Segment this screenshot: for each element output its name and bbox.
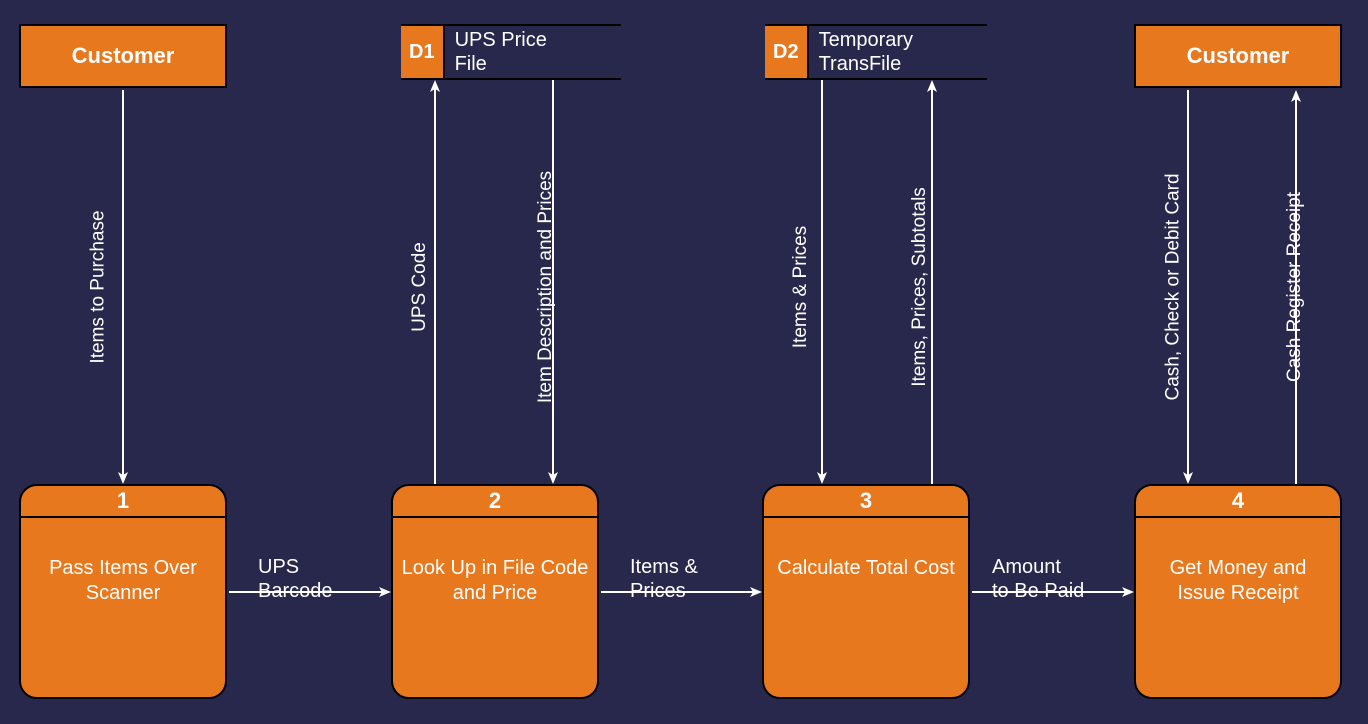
datastore-id: D1 [401,26,445,78]
process-2: 2 Look Up in File Code and Price [391,484,599,699]
datastore-label: Temporary TransFile [809,26,923,78]
flow-label-amount-to-be-paid: Amount to Be Paid [992,531,1084,603]
flow-label-item-description-and-prices: Item Description and Prices [535,171,557,403]
process-1: 1 Pass Items Over Scanner [19,484,227,699]
process-4: 4 Get Money and Issue Receipt [1134,484,1342,699]
process-label: Get Money and Issue Receipt [1136,518,1340,606]
process-id: 4 [1136,486,1340,518]
flow-label-ups-barcode: UPS Barcode [258,531,333,603]
flow-label-cash-register-receipt: Cash Register Receipt [1284,192,1306,382]
datastore-d1: D1 UPS Price File [401,24,621,80]
flow-label-items-to-purchase: Items to Purchase [88,210,110,363]
process-label: Calculate Total Cost [764,518,968,581]
datastore-id: D2 [765,26,809,78]
process-id: 3 [764,486,968,518]
external-entity-customer-left: Customer [19,24,227,88]
flow-label-ups-code: UPS Code [409,242,431,332]
dfd-canvas: Customer Customer D1 UPS Price File D2 T… [0,0,1368,724]
external-entity-customer-right: Customer [1134,24,1342,88]
process-label: Pass Items Over Scanner [21,518,225,606]
entity-label: Customer [72,43,175,69]
datastore-d2: D2 Temporary TransFile [765,24,987,80]
flow-label-items-and-prices-horizontal: Items & Prices [630,531,698,603]
process-label: Look Up in File Code and Price [393,518,597,606]
entity-label: Customer [1187,43,1290,69]
process-id: 2 [393,486,597,518]
datastore-label: UPS Price File [445,26,557,78]
flow-label-items-and-prices-vertical: Items & Prices [790,226,812,348]
process-id: 1 [21,486,225,518]
process-3: 3 Calculate Total Cost [762,484,970,699]
flow-label-items-prices-subtotals: Items, Prices, Subtotals [909,187,931,387]
flow-label-cash-check-debit: Cash, Check or Debit Card [1163,173,1185,400]
